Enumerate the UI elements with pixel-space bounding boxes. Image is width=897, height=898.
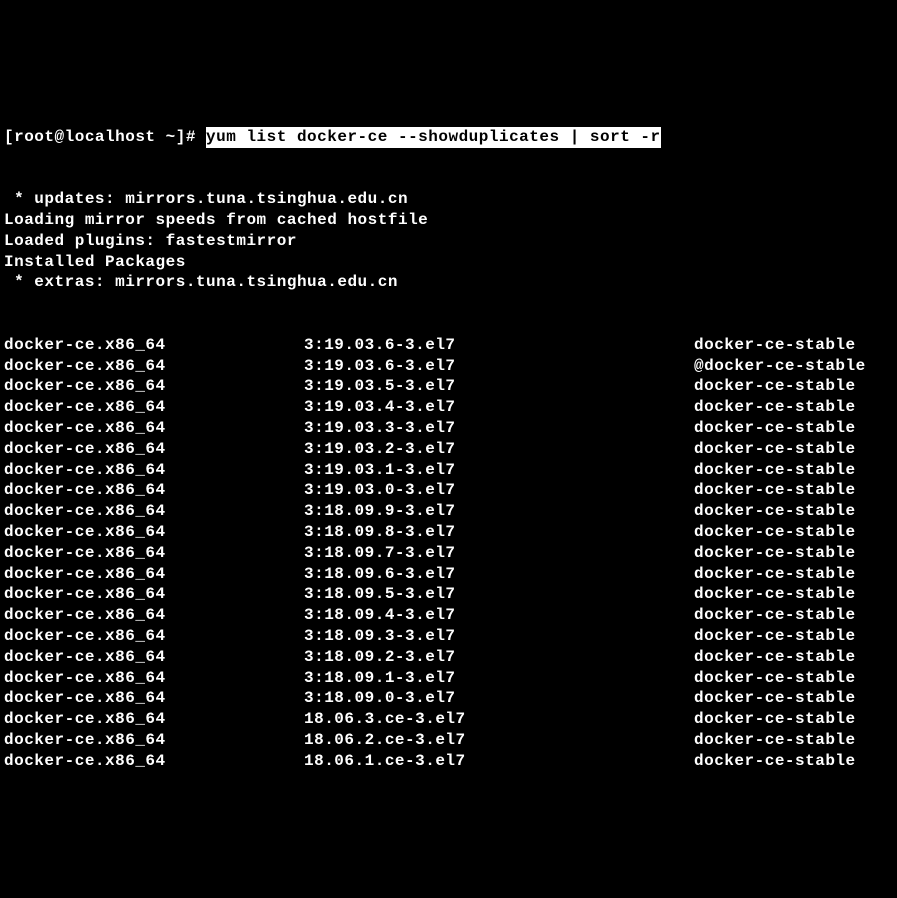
package-name: docker-ce.x86_64: [4, 730, 304, 751]
package-row: docker-ce.x86_643:19.03.6-3.el7@docker-c…: [4, 356, 893, 377]
package-row: docker-ce.x86_643:18.09.7-3.el7docker-ce…: [4, 543, 893, 564]
package-repo: docker-ce-stable: [694, 564, 893, 585]
header-lines: * updates: mirrors.tuna.tsinghua.edu.cnL…: [4, 189, 893, 293]
package-row: docker-ce.x86_6418.06.1.ce-3.el7docker-c…: [4, 751, 893, 772]
package-row: docker-ce.x86_643:18.09.0-3.el7docker-ce…: [4, 688, 893, 709]
package-version: 3:18.09.5-3.el7: [304, 584, 694, 605]
output-line: * updates: mirrors.tuna.tsinghua.edu.cn: [4, 189, 893, 210]
prompt-line: [root@localhost ~]# yum list docker-ce -…: [4, 127, 893, 148]
package-name: docker-ce.x86_64: [4, 501, 304, 522]
package-name: docker-ce.x86_64: [4, 605, 304, 626]
package-name: docker-ce.x86_64: [4, 439, 304, 460]
package-row: docker-ce.x86_643:18.09.9-3.el7docker-ce…: [4, 501, 893, 522]
package-version: 3:18.09.9-3.el7: [304, 501, 694, 522]
package-name: docker-ce.x86_64: [4, 335, 304, 356]
package-name: docker-ce.x86_64: [4, 751, 304, 772]
package-row: docker-ce.x86_643:18.09.3-3.el7docker-ce…: [4, 626, 893, 647]
package-repo: docker-ce-stable: [694, 751, 893, 772]
output-line: * extras: mirrors.tuna.tsinghua.edu.cn: [4, 272, 893, 293]
package-repo: @docker-ce-stable: [694, 356, 893, 377]
package-name: docker-ce.x86_64: [4, 376, 304, 397]
package-name: docker-ce.x86_64: [4, 397, 304, 418]
package-name: docker-ce.x86_64: [4, 418, 304, 439]
package-version: 3:18.09.7-3.el7: [304, 543, 694, 564]
package-row: docker-ce.x86_643:19.03.6-3.el7docker-ce…: [4, 335, 893, 356]
package-repo: docker-ce-stable: [694, 730, 893, 751]
terminal-output[interactable]: [root@localhost ~]# yum list docker-ce -…: [4, 85, 893, 792]
package-version: 3:19.03.1-3.el7: [304, 460, 694, 481]
package-name: docker-ce.x86_64: [4, 688, 304, 709]
package-name: docker-ce.x86_64: [4, 647, 304, 668]
package-row: docker-ce.x86_643:19.03.2-3.el7docker-ce…: [4, 439, 893, 460]
package-row: docker-ce.x86_643:18.09.2-3.el7docker-ce…: [4, 647, 893, 668]
package-row: docker-ce.x86_643:18.09.5-3.el7docker-ce…: [4, 584, 893, 605]
package-version: 3:19.03.2-3.el7: [304, 439, 694, 460]
package-repo: docker-ce-stable: [694, 688, 893, 709]
package-version: 3:19.03.4-3.el7: [304, 397, 694, 418]
package-repo: docker-ce-stable: [694, 543, 893, 564]
package-version: 3:18.09.2-3.el7: [304, 647, 694, 668]
package-row: docker-ce.x86_643:18.09.6-3.el7docker-ce…: [4, 564, 893, 585]
package-name: docker-ce.x86_64: [4, 626, 304, 647]
package-row: docker-ce.x86_643:18.09.1-3.el7docker-ce…: [4, 668, 893, 689]
package-repo: docker-ce-stable: [694, 626, 893, 647]
package-version: 3:18.09.6-3.el7: [304, 564, 694, 585]
package-repo: docker-ce-stable: [694, 647, 893, 668]
package-name: docker-ce.x86_64: [4, 356, 304, 377]
package-repo: docker-ce-stable: [694, 709, 893, 730]
package-repo: docker-ce-stable: [694, 439, 893, 460]
package-repo: docker-ce-stable: [694, 480, 893, 501]
package-row: docker-ce.x86_643:18.09.4-3.el7docker-ce…: [4, 605, 893, 626]
package-row: docker-ce.x86_643:19.03.5-3.el7docker-ce…: [4, 376, 893, 397]
package-name: docker-ce.x86_64: [4, 584, 304, 605]
package-version: 18.06.2.ce-3.el7: [304, 730, 694, 751]
package-repo: docker-ce-stable: [694, 668, 893, 689]
package-version: 3:19.03.6-3.el7: [304, 335, 694, 356]
package-row: docker-ce.x86_6418.06.2.ce-3.el7docker-c…: [4, 730, 893, 751]
package-row: docker-ce.x86_6418.06.3.ce-3.el7docker-c…: [4, 709, 893, 730]
package-name: docker-ce.x86_64: [4, 564, 304, 585]
output-line: Installed Packages: [4, 252, 893, 273]
package-name: docker-ce.x86_64: [4, 668, 304, 689]
output-line: Loading mirror speeds from cached hostfi…: [4, 210, 893, 231]
package-name: docker-ce.x86_64: [4, 543, 304, 564]
package-repo: docker-ce-stable: [694, 418, 893, 439]
package-repo: docker-ce-stable: [694, 460, 893, 481]
package-version: 3:18.09.1-3.el7: [304, 668, 694, 689]
package-version: 18.06.1.ce-3.el7: [304, 751, 694, 772]
package-list: docker-ce.x86_643:19.03.6-3.el7docker-ce…: [4, 335, 893, 772]
output-line: Loaded plugins: fastestmirror: [4, 231, 893, 252]
package-row: docker-ce.x86_643:18.09.8-3.el7docker-ce…: [4, 522, 893, 543]
package-repo: docker-ce-stable: [694, 397, 893, 418]
package-repo: docker-ce-stable: [694, 584, 893, 605]
shell-prompt: [root@localhost ~]#: [4, 127, 206, 148]
package-repo: docker-ce-stable: [694, 376, 893, 397]
package-name: docker-ce.x86_64: [4, 522, 304, 543]
package-version: 3:18.09.4-3.el7: [304, 605, 694, 626]
package-repo: docker-ce-stable: [694, 501, 893, 522]
package-repo: docker-ce-stable: [694, 522, 893, 543]
package-name: docker-ce.x86_64: [4, 460, 304, 481]
package-version: 3:18.09.0-3.el7: [304, 688, 694, 709]
package-row: docker-ce.x86_643:19.03.4-3.el7docker-ce…: [4, 397, 893, 418]
package-row: docker-ce.x86_643:19.03.0-3.el7docker-ce…: [4, 480, 893, 501]
package-version: 3:18.09.3-3.el7: [304, 626, 694, 647]
package-version: 3:19.03.6-3.el7: [304, 356, 694, 377]
package-repo: docker-ce-stable: [694, 335, 893, 356]
package-row: docker-ce.x86_643:19.03.1-3.el7docker-ce…: [4, 460, 893, 481]
package-row: docker-ce.x86_643:19.03.3-3.el7docker-ce…: [4, 418, 893, 439]
package-version: 3:19.03.0-3.el7: [304, 480, 694, 501]
package-version: 3:19.03.5-3.el7: [304, 376, 694, 397]
package-version: 18.06.3.ce-3.el7: [304, 709, 694, 730]
package-repo: docker-ce-stable: [694, 605, 893, 626]
package-version: 3:19.03.3-3.el7: [304, 418, 694, 439]
package-version: 3:18.09.8-3.el7: [304, 522, 694, 543]
package-name: docker-ce.x86_64: [4, 480, 304, 501]
package-name: docker-ce.x86_64: [4, 709, 304, 730]
shell-command: yum list docker-ce --showduplicates | so…: [206, 127, 661, 148]
